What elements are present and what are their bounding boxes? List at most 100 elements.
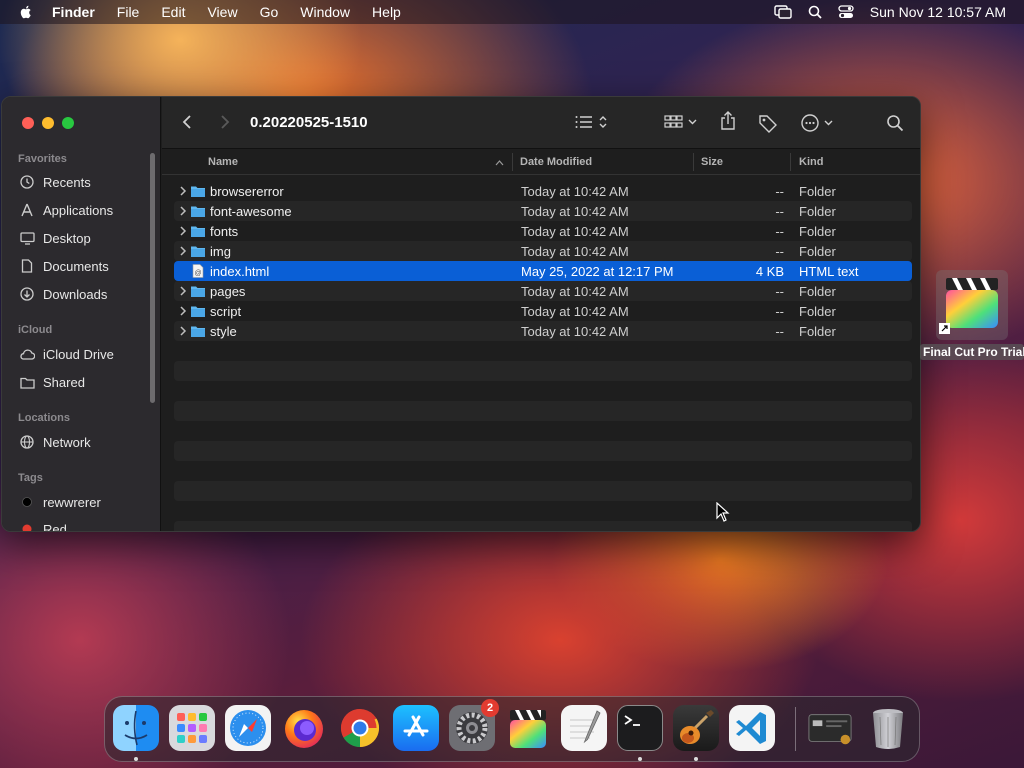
- sidebar-item-shared[interactable]: Shared: [18, 372, 85, 392]
- sidebar-tag-red[interactable]: Red: [18, 519, 67, 531]
- sidebar-item-applications[interactable]: Applications: [18, 200, 113, 220]
- sort-ascending-icon[interactable]: [495, 157, 504, 169]
- search-icon[interactable]: [886, 114, 904, 132]
- tag-dot-icon: [18, 521, 36, 531]
- screen-mirroring-icon[interactable]: [774, 5, 792, 19]
- file-size: 4 KB: [755, 264, 784, 279]
- menu-clock[interactable]: Sun Nov 12 10:57 AM: [870, 4, 1006, 20]
- textedit-icon[interactable]: [561, 705, 607, 751]
- sidebar-scrollbar[interactable]: [150, 153, 155, 403]
- column-date-modified[interactable]: Date Modified: [520, 156, 592, 168]
- file-size: --: [775, 304, 784, 319]
- sidebar-tag-rewwrerer[interactable]: rewwrerer: [18, 492, 101, 512]
- file-row[interactable]: script Today at 10:42 AM -- Folder: [174, 301, 912, 321]
- desktop-item-final-cut-pro[interactable]: [936, 270, 1008, 340]
- file-kind: Folder: [799, 324, 836, 339]
- column-divider[interactable]: [790, 153, 791, 171]
- file-row[interactable]: @ index.html May 25, 2022 at 12:17 PM 4 KB H…: [174, 261, 912, 281]
- list-view-icon[interactable]: [574, 114, 610, 130]
- close-button[interactable]: [22, 117, 34, 129]
- sidebar-item-network[interactable]: Network: [18, 432, 91, 452]
- back-button[interactable]: [182, 114, 192, 130]
- menu-file[interactable]: File: [117, 4, 140, 20]
- disclosure-chevron-icon[interactable]: [178, 184, 188, 198]
- tag-icon[interactable]: [758, 113, 778, 133]
- firefox-icon[interactable]: [281, 705, 327, 751]
- forward-button[interactable]: [220, 114, 230, 130]
- menu-view[interactable]: View: [207, 4, 237, 20]
- final-cut-pro-icon[interactable]: [505, 705, 551, 751]
- file-name: pages: [210, 284, 246, 299]
- share-icon[interactable]: [720, 111, 736, 131]
- spotlight-search-icon[interactable]: [808, 5, 822, 19]
- column-header: Name Date Modified Size Kind: [162, 149, 920, 175]
- column-name[interactable]: Name: [208, 156, 238, 168]
- column-kind[interactable]: Kind: [799, 156, 823, 168]
- more-actions-icon[interactable]: [800, 113, 836, 133]
- terminal-icon[interactable]: [617, 705, 663, 751]
- system-settings-icon[interactable]: 2: [449, 699, 499, 751]
- menu-edit[interactable]: Edit: [161, 4, 185, 20]
- garageband-icon[interactable]: [673, 705, 719, 751]
- sidebar-item-downloads[interactable]: Downloads: [18, 284, 107, 304]
- app-store-icon[interactable]: [393, 705, 439, 751]
- folder-icon: [191, 326, 205, 337]
- sidebar-item-icloud-drive[interactable]: iCloud Drive: [18, 344, 114, 364]
- file-row[interactable]: style Today at 10:42 AM -- Folder: [174, 321, 912, 341]
- running-indicator: [694, 757, 698, 761]
- vscode-icon[interactable]: [729, 705, 775, 751]
- control-center-icon[interactable]: [838, 5, 854, 19]
- clock-icon: [18, 174, 36, 190]
- column-divider[interactable]: [512, 153, 513, 171]
- safari-icon[interactable]: [225, 705, 271, 751]
- applications-icon: [18, 202, 36, 218]
- menu-go[interactable]: Go: [260, 4, 279, 20]
- file-row[interactable]: browsererror Today at 10:42 AM -- Folder: [174, 181, 912, 201]
- column-divider[interactable]: [693, 153, 694, 171]
- tag-dot-icon: [18, 494, 36, 510]
- file-name: img: [210, 244, 231, 259]
- apple-menu-icon[interactable]: [18, 4, 34, 20]
- group-view-icon[interactable]: [664, 114, 700, 130]
- sidebar-item-recents[interactable]: Recents: [18, 172, 91, 192]
- minimize-button[interactable]: [42, 117, 54, 129]
- sidebar-section-favorites: Favorites: [18, 153, 67, 165]
- running-indicator: [638, 757, 642, 761]
- sidebar-item-documents[interactable]: Documents: [18, 256, 109, 276]
- file-kind: HTML text: [799, 264, 859, 279]
- column-size[interactable]: Size: [701, 156, 723, 168]
- sidebar-item-desktop[interactable]: Desktop: [18, 228, 91, 248]
- disclosure-chevron-icon[interactable]: [178, 204, 188, 218]
- file-row[interactable]: font-awesome Today at 10:42 AM -- Folder: [174, 201, 912, 221]
- disclosure-chevron-icon[interactable]: [178, 324, 188, 338]
- file-kind: Folder: [799, 204, 836, 219]
- desktop-icon: [18, 230, 36, 246]
- sidebar-item-label: Downloads: [43, 286, 108, 302]
- chrome-icon[interactable]: [337, 705, 383, 751]
- menu-help[interactable]: Help: [372, 4, 401, 20]
- minimized-window-icon[interactable]: [807, 705, 853, 751]
- sidebar-item-label: Recents: [43, 174, 91, 190]
- disclosure-chevron-icon[interactable]: [178, 244, 188, 258]
- file-size: --: [775, 184, 784, 199]
- file-row[interactable]: fonts Today at 10:42 AM -- Folder: [174, 221, 912, 241]
- menu-bar: Finder File Edit View Go Window Help Sun…: [0, 0, 1024, 24]
- empty-row-stripe: [174, 521, 912, 531]
- launchpad-icon[interactable]: [169, 705, 215, 751]
- file-row[interactable]: pages Today at 10:42 AM -- Folder: [174, 281, 912, 301]
- trash-icon[interactable]: [865, 705, 911, 751]
- file-size: --: [775, 284, 784, 299]
- sidebar-item-label: Network: [43, 434, 91, 450]
- disclosure-chevron-icon[interactable]: [178, 304, 188, 318]
- disclosure-chevron-icon[interactable]: [178, 224, 188, 238]
- menu-app-name[interactable]: Finder: [52, 4, 95, 20]
- zoom-button[interactable]: [62, 117, 74, 129]
- running-indicator: [134, 757, 138, 761]
- file-date-modified: Today at 10:42 AM: [521, 324, 629, 339]
- file-size: --: [775, 204, 784, 219]
- finder-icon[interactable]: [113, 705, 159, 751]
- menu-window[interactable]: Window: [300, 4, 350, 20]
- disclosure-chevron-icon[interactable]: [178, 284, 188, 298]
- file-row[interactable]: img Today at 10:42 AM -- Folder: [174, 241, 912, 261]
- file-name: style: [210, 324, 237, 339]
